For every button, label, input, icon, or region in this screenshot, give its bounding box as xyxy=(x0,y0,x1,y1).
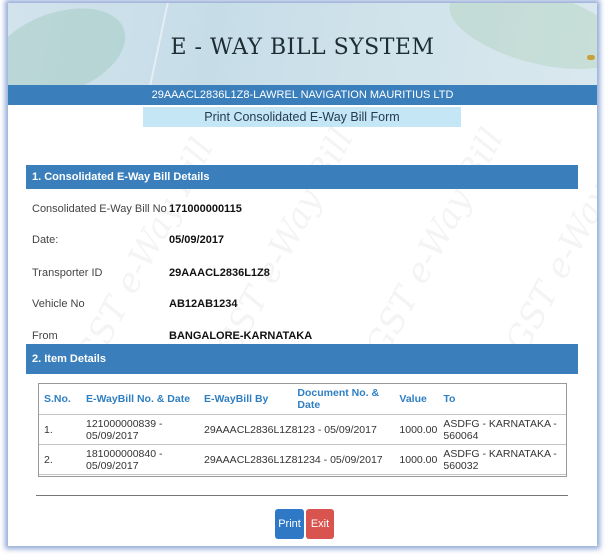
exit-button[interactable]: Exit xyxy=(306,509,334,539)
section-header-consolidated-details: 1. Consolidated E-Way Bill Details xyxy=(26,165,578,189)
form-title: Print Consolidated E-Way Bill Form xyxy=(143,107,461,127)
field-value: 05/09/2017 xyxy=(169,234,225,246)
print-button[interactable]: Print xyxy=(275,509,304,539)
column-header: E-WayBill By xyxy=(204,383,298,415)
page-frame: E - WAY BILL SYSTEM 29AAACL2836L1Z8-LAWR… xyxy=(8,3,597,546)
field-label: From xyxy=(32,330,58,342)
field-label: Vehicle No xyxy=(32,298,85,310)
table-cell: 1234 - 05/09/2017 xyxy=(297,444,400,475)
field-label: Date: xyxy=(32,234,59,246)
column-header: E-WayBill No. & Date xyxy=(86,383,204,415)
header-banner: E - WAY BILL SYSTEM xyxy=(8,3,597,115)
field-value: AB12AB1234 xyxy=(169,298,238,310)
table-row: 1. 121000000839 - 05/09/2017 29AAACL2836… xyxy=(38,414,567,445)
items-table: S.No. E-WayBill No. & Date E-WayBill By … xyxy=(38,383,567,475)
detail-row-vehicle-no: Vehicle No AB12AB1234 xyxy=(26,295,578,313)
company-bar: 29AAACL2836L1Z8-LAWREL NAVIGATION MAURIT… xyxy=(8,85,597,105)
table-cell: ASDFG - KARNATAKA - 560064 xyxy=(443,414,567,445)
field-label: Transporter ID xyxy=(32,267,103,279)
table-cell: 29AAACL2836L1Z8 xyxy=(204,444,298,475)
column-header: Value xyxy=(399,383,444,415)
footer-divider xyxy=(36,495,568,496)
field-value: 29AAACL2836L1Z8 xyxy=(169,267,270,279)
section-header-item-details: 2. Item Details xyxy=(26,344,578,374)
table-cell: 181000000840 - 05/09/2017 xyxy=(86,444,204,475)
column-header: Document No. & Date xyxy=(297,383,400,415)
column-header: S.No. xyxy=(38,383,86,415)
table-header-row: S.No. E-WayBill No. & Date E-WayBill By … xyxy=(38,383,567,415)
table-cell: 121000000839 - 05/09/2017 xyxy=(86,414,204,445)
table-row: 2. 181000000840 - 05/09/2017 29AAACL2836… xyxy=(38,444,567,475)
detail-row-transporter-id: Transporter ID 29AAACL2836L1Z8 xyxy=(26,264,578,282)
table-cell: 2. xyxy=(38,444,86,475)
table-cell: 1000.00 xyxy=(399,444,444,475)
field-value: 171000000115 xyxy=(169,203,242,215)
detail-row-from: From BANGALORE-KARNATAKA xyxy=(26,327,578,345)
table-cell: ASDFG - KARNATAKA - 560032 xyxy=(443,444,567,475)
table-cell: 29AAACL2836L1Z8 xyxy=(204,414,298,445)
field-label: Consolidated E-Way Bill No xyxy=(32,203,167,215)
field-value: BANGALORE-KARNATAKA xyxy=(169,330,313,342)
app-title: E - WAY BILL SYSTEM xyxy=(170,35,435,60)
table-cell: 1000.00 xyxy=(399,414,444,445)
table-cell: 1. xyxy=(38,414,86,445)
column-header: To xyxy=(443,383,567,415)
table-cell: 123 - 05/09/2017 xyxy=(297,414,400,445)
detail-row-ewb-no: Consolidated E-Way Bill No 171000000115 xyxy=(26,200,578,218)
detail-row-date: Date: 05/09/2017 xyxy=(26,231,578,249)
